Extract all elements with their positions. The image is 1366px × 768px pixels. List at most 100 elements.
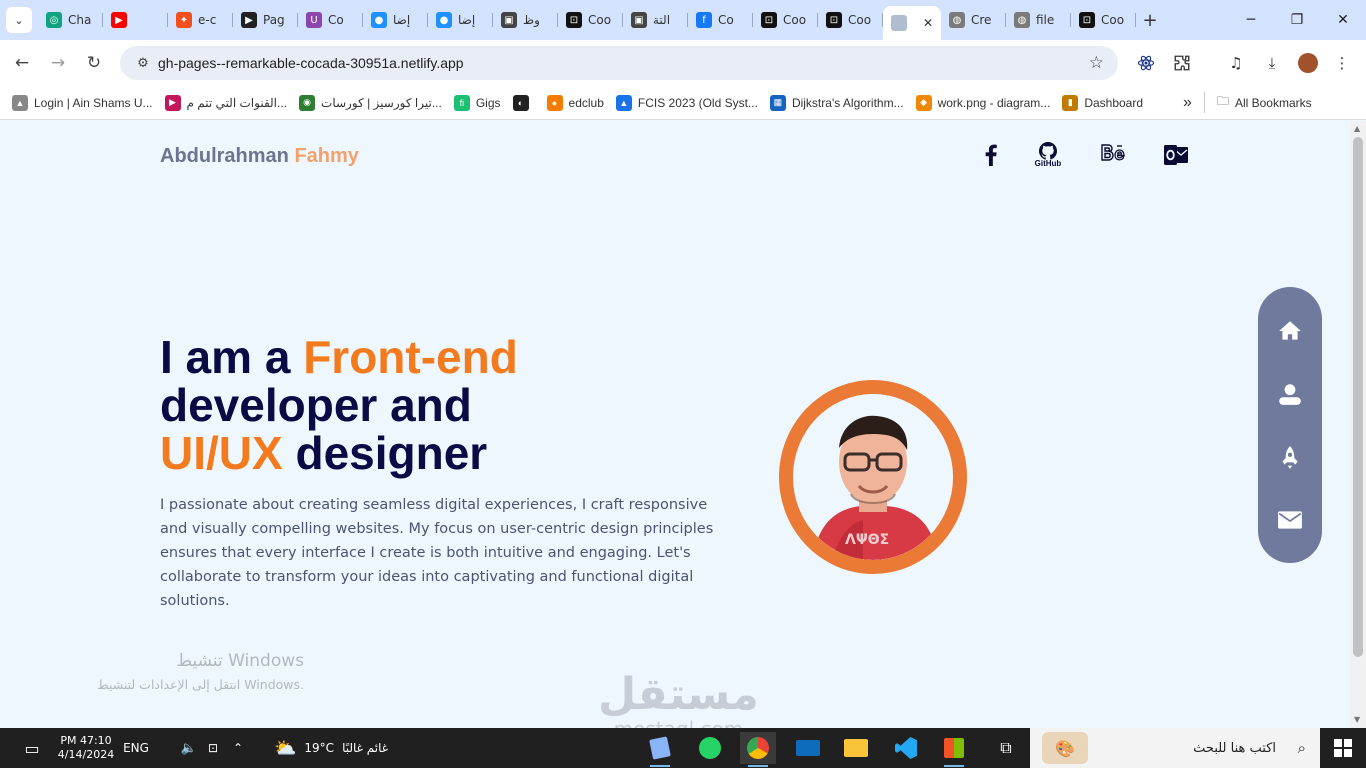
reload-button[interactable]: ↻ xyxy=(79,48,109,78)
chevron-up-icon[interactable]: ⌃ xyxy=(228,728,248,768)
bookmark-item-6[interactable]: ▲ FCIS 2023 (Old Syst... xyxy=(615,94,758,111)
bookmark-item-3[interactable]: fi Gigs xyxy=(453,94,501,111)
notification-center-icon[interactable]: ▭ xyxy=(14,728,50,768)
network-icon[interactable]: ⊡ xyxy=(202,728,224,768)
github-label: GitHub xyxy=(1034,159,1062,168)
tab-after-1[interactable]: ◍ file xyxy=(1006,6,1071,34)
bookmark-label: Gigs xyxy=(475,95,501,110)
tab-5[interactable]: ● إضا xyxy=(363,6,428,34)
download-icon[interactable]: ⤓ xyxy=(1260,51,1284,75)
taskbar-app-whatsapp[interactable] xyxy=(692,732,728,764)
bookmark-item-4[interactable]: ◐ xyxy=(512,94,535,111)
github-link[interactable]: GitHub xyxy=(1034,141,1062,169)
tab-search-button[interactable]: ⌄ xyxy=(6,7,32,33)
tab-active[interactable]: ✕ xyxy=(883,6,941,40)
task-view-icon[interactable]: ⧉ xyxy=(988,732,1024,764)
scroll-thumb[interactable] xyxy=(1353,137,1363,657)
tab-8[interactable]: ⊡ Coo xyxy=(558,6,623,34)
hero-line2: developer and xyxy=(160,379,472,431)
chevron-down-icon: ⌄ xyxy=(14,13,24,27)
taskbar-app-notepad[interactable] xyxy=(642,732,678,767)
restore-button[interactable]: ❐ xyxy=(1274,0,1320,40)
tab-0[interactable]: ◎ Cha xyxy=(38,6,103,34)
tab-favicon-icon: ⊡ xyxy=(761,12,777,28)
tab-9[interactable]: ▣ التة xyxy=(623,6,688,34)
clock-date: 4/14/2024 xyxy=(57,748,115,761)
close-window-button[interactable]: ✕ xyxy=(1320,0,1366,40)
nav-home-button[interactable] xyxy=(1274,315,1306,347)
tab-3[interactable]: ▶ Pag xyxy=(233,6,298,34)
bookmark-label: FCIS 2023 (Old Syst... xyxy=(637,95,758,110)
bookmark-item-5[interactable]: ● edclub xyxy=(546,94,604,111)
start-button[interactable] xyxy=(1320,728,1366,768)
taskbar-app-store[interactable] xyxy=(936,732,972,767)
profile-avatar[interactable] xyxy=(1296,51,1320,75)
bookmark-item-8[interactable]: ◆ work.png - diagram... xyxy=(915,94,1050,111)
tab-after-2[interactable]: ⊡ Coo xyxy=(1071,6,1136,34)
facebook-link[interactable] xyxy=(977,141,1005,169)
url-text[interactable]: gh-pages--remarkable-cocada-30951a.netli… xyxy=(158,55,464,71)
react-devtools-icon[interactable] xyxy=(1134,51,1158,75)
bookmark-favicon-icon: ◆ xyxy=(915,94,932,111)
bookmark-item-7[interactable]: ▦ Dijkstra's Algorithm... xyxy=(769,94,904,111)
taskbar-search[interactable]: 🎨 اكتب هنا للبحث ⌕ xyxy=(1030,728,1320,768)
bookmark-item-9[interactable]: ▮ Dashboard xyxy=(1062,94,1143,111)
bookmark-label: Dijkstra's Algorithm... xyxy=(791,95,904,110)
tab-6[interactable]: ● إضا xyxy=(428,6,493,34)
taskbar-app-chrome[interactable] xyxy=(740,732,776,767)
bookmark-item-1[interactable]: ▶ القنوات التي تتم م... xyxy=(164,94,287,111)
nav-projects-button[interactable] xyxy=(1274,441,1306,473)
scroll-up-icon[interactable]: ▲ xyxy=(1354,124,1360,133)
volume-icon[interactable]: 🔈 xyxy=(178,728,200,768)
bookmark-item-2[interactable]: ◉ تيرا كورسيز | كورسات... xyxy=(299,94,442,111)
tab-close-icon[interactable]: ✕ xyxy=(923,16,933,30)
tab-4[interactable]: U Co xyxy=(298,6,363,34)
bookmarks-overflow-button[interactable]: » xyxy=(1183,94,1192,112)
site-info-icon[interactable]: ⚙ xyxy=(128,56,158,71)
chrome-icon xyxy=(747,737,769,759)
new-tab-button[interactable]: + xyxy=(1136,6,1164,34)
weather-temp: 19°C xyxy=(304,741,335,755)
tab-11[interactable]: ⊡ Coo xyxy=(753,6,818,34)
language-indicator[interactable]: ENG xyxy=(118,728,154,768)
bookmark-favicon-icon: ▲ xyxy=(615,94,632,111)
nav-about-button[interactable] xyxy=(1274,378,1306,410)
all-bookmarks-button[interactable]: 🗀 All Bookmarks xyxy=(1203,92,1312,113)
taskbar-app-vscode[interactable] xyxy=(888,732,924,764)
notepad-icon xyxy=(649,736,671,760)
outlook-link[interactable] xyxy=(1162,141,1190,169)
bookmark-star-icon[interactable]: ☆ xyxy=(1089,53,1104,73)
mostaql-url: mostaql.com xyxy=(598,719,759,728)
tab-favicon-icon: ▣ xyxy=(501,12,517,28)
tab-2[interactable]: ✦ e-c xyxy=(168,6,233,34)
tab-7[interactable]: ▣ وظ xyxy=(493,6,558,34)
behance-link[interactable] xyxy=(1099,141,1127,169)
tab-favicon-icon: ⊡ xyxy=(566,12,582,28)
taskbar-app-explorer[interactable] xyxy=(838,732,874,764)
forward-button[interactable]: → xyxy=(43,48,73,78)
store-icon xyxy=(944,738,964,758)
tab-after-0[interactable]: ◍ Cre xyxy=(941,6,1006,34)
tab-favicon-icon: U xyxy=(306,12,322,28)
extensions-icon[interactable] xyxy=(1170,51,1194,75)
page-scrollbar[interactable]: ▲ ▼ xyxy=(1350,121,1366,728)
github-icon xyxy=(1039,142,1057,160)
tab-12[interactable]: ⊡ Coo xyxy=(818,6,883,34)
mail-app-icon xyxy=(796,740,820,756)
media-control-icon[interactable]: ♫ xyxy=(1224,51,1248,75)
nav-contact-button[interactable] xyxy=(1274,504,1306,536)
brand-logo[interactable]: Abdulrahman Fahmy xyxy=(160,145,359,168)
address-bar[interactable]: ⚙ gh-pages--remarkable-cocada-30951a.net… xyxy=(120,46,1118,80)
tab-10[interactable]: f Co xyxy=(688,6,753,34)
more-menu-icon[interactable]: ⋮ xyxy=(1330,51,1354,75)
bookmark-favicon-icon: ● xyxy=(546,94,563,111)
clock[interactable]: PM 47:10 4/14/2024 xyxy=(56,728,116,768)
back-button[interactable]: ← xyxy=(7,48,37,78)
tab-1[interactable]: ▶ xyxy=(103,6,168,34)
scroll-down-icon[interactable]: ▼ xyxy=(1354,715,1360,724)
bookmark-item-0[interactable]: ▲ Login | Ain Shams U... xyxy=(12,94,153,111)
minimize-button[interactable]: ─ xyxy=(1228,0,1274,40)
weather-widget[interactable]: ⛅ 19°C غائم غالبًا xyxy=(266,728,396,768)
tab-label: Pag xyxy=(263,13,285,27)
taskbar-app-mail[interactable] xyxy=(790,732,826,764)
